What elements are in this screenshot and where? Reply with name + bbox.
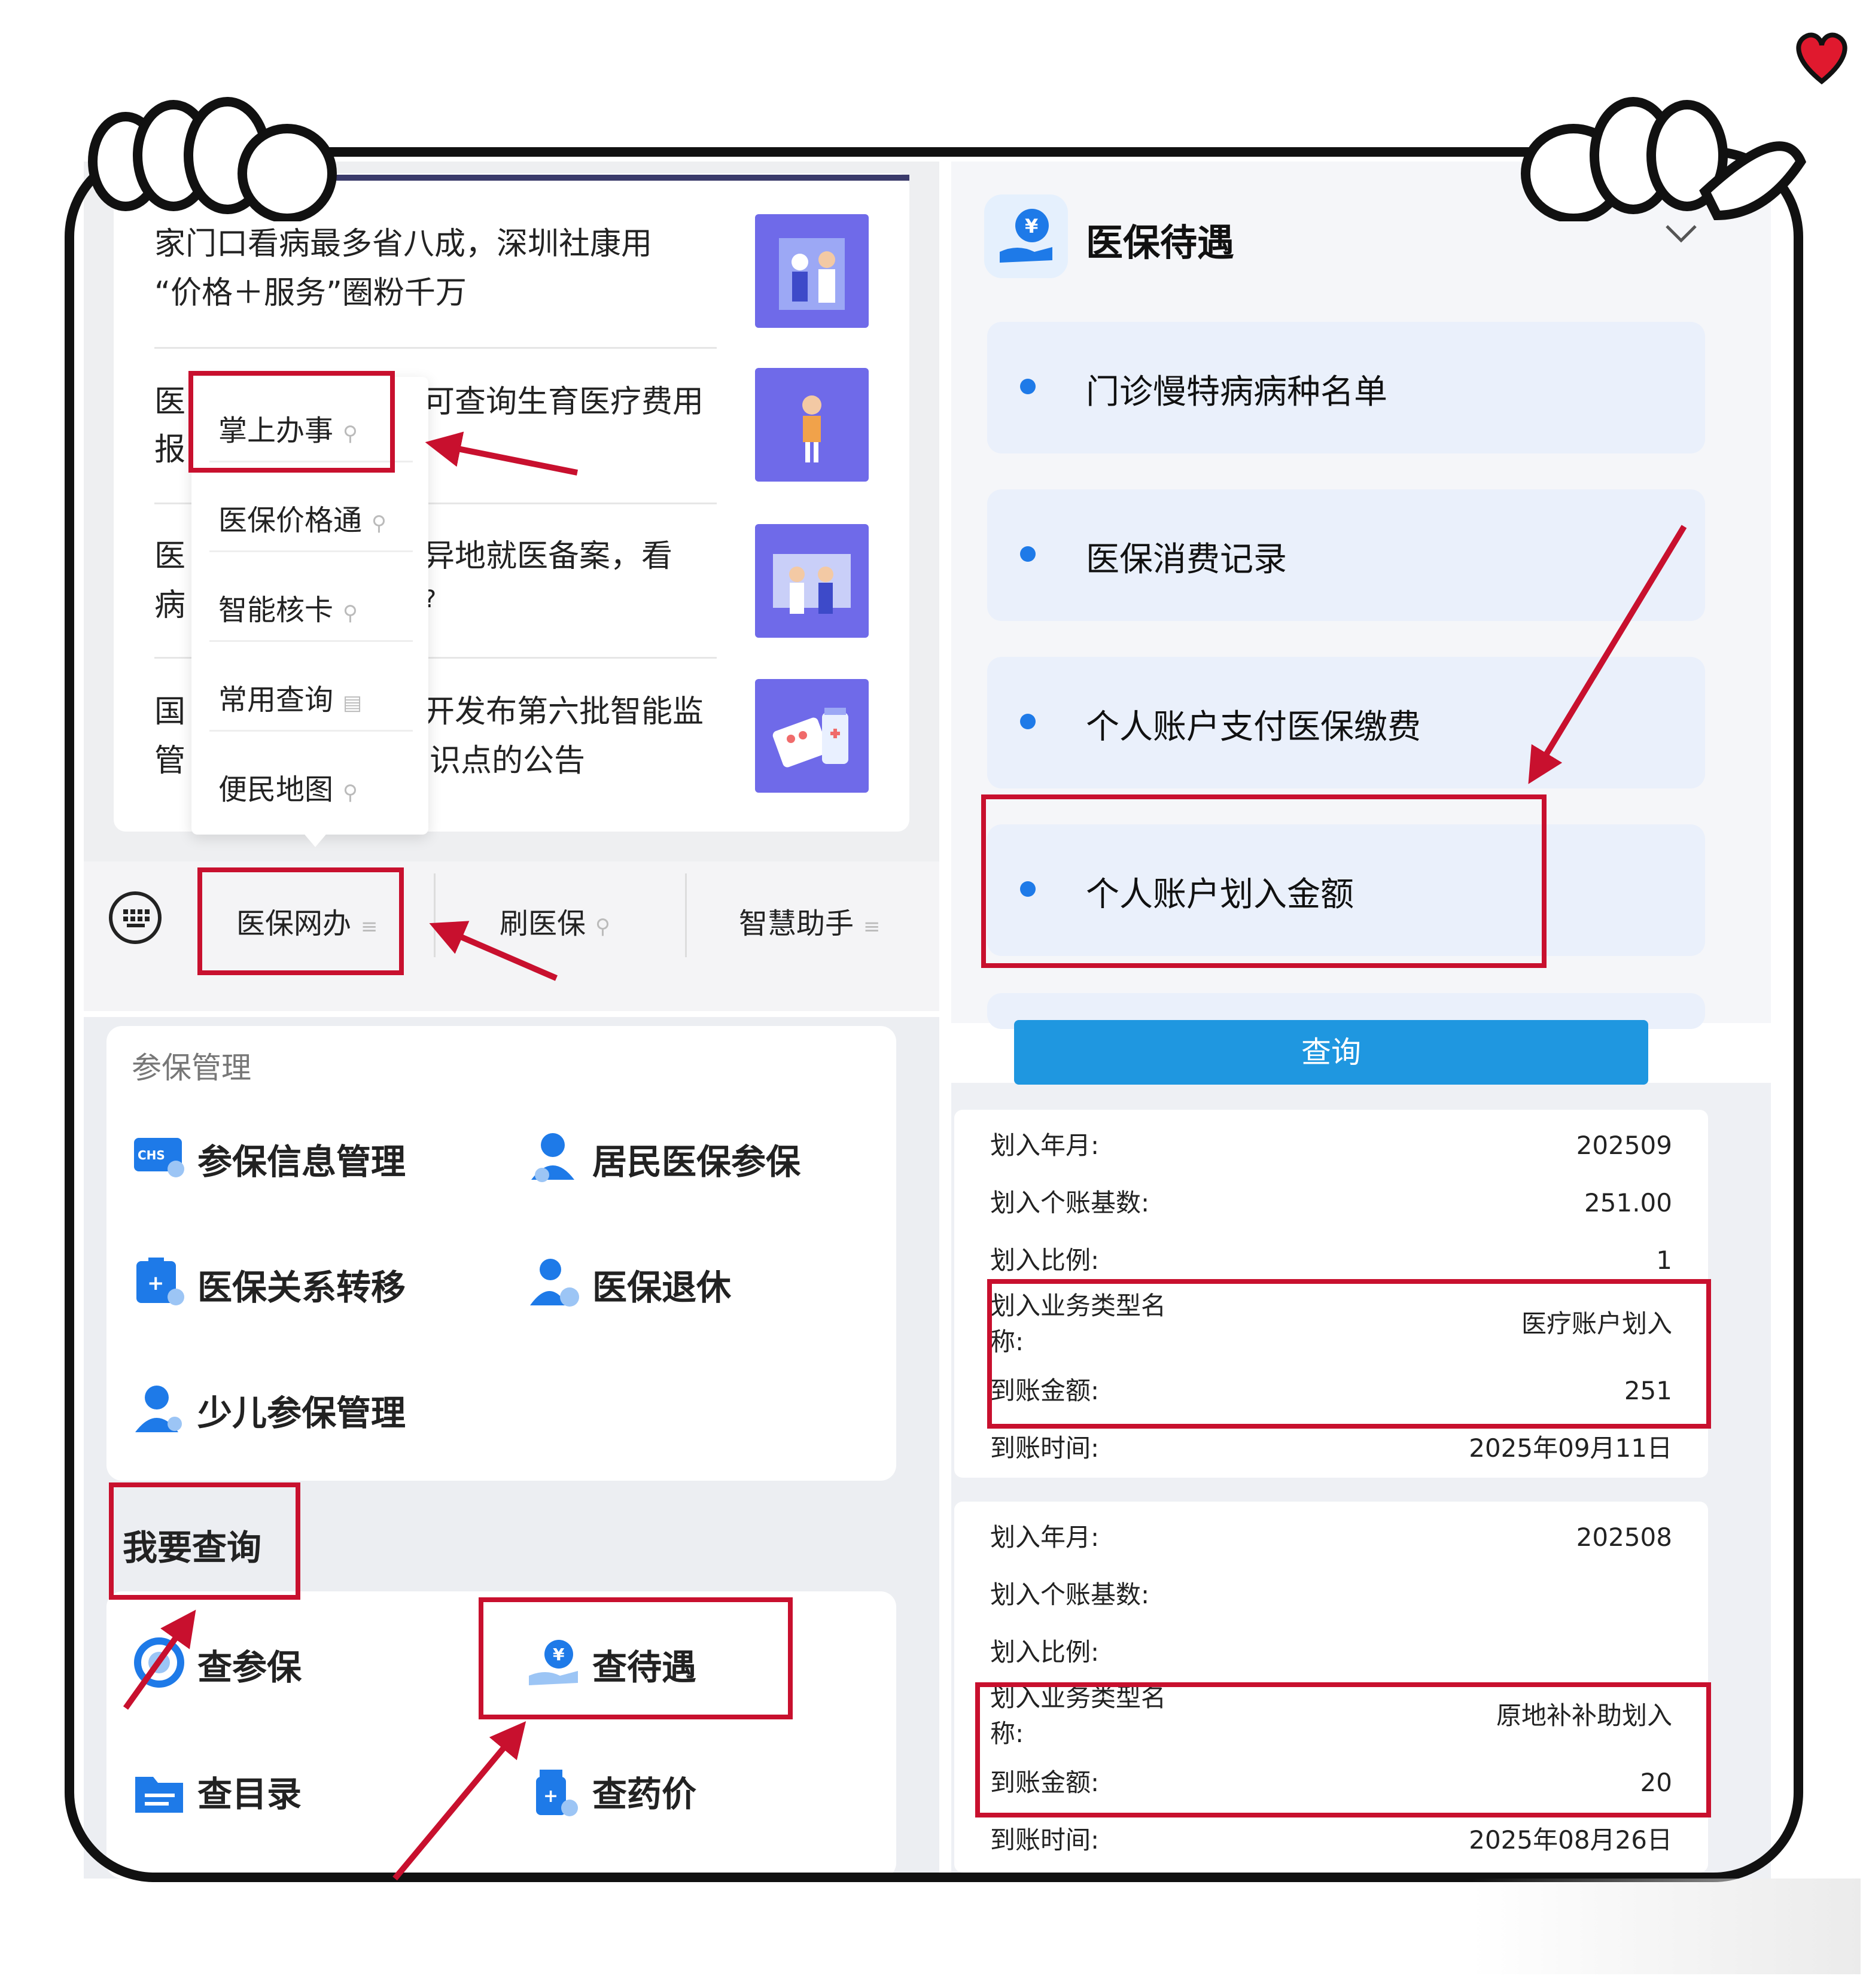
decorative-gradient bbox=[1472, 1879, 1861, 1974]
annotation-arrows bbox=[123, 431, 1687, 1881]
